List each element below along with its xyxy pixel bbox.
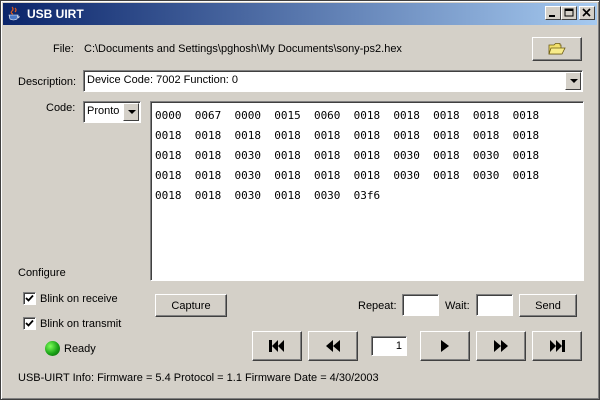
checkmark-icon [25,294,34,302]
blink-receive-label: Blink on receive [40,293,118,305]
repeat-input[interactable] [402,294,439,316]
minimize-button[interactable] [545,6,561,20]
description-label: Description: [18,76,77,88]
fast-forward-icon [494,340,508,352]
first-button[interactable] [252,331,302,361]
browse-button[interactable] [532,37,582,61]
window-title: USB UIRT [27,7,84,21]
repeat-label: Repeat: [358,300,397,312]
main-window: USB UIRT File: C:\Documents and Settings… [0,0,600,400]
description-combo[interactable]: Device Code: 7002 Function: 0 [83,70,583,92]
code-label: Code: [46,102,76,114]
blink-receive-checkbox[interactable] [23,292,36,305]
device-info: USB-UIRT Info: Firmware = 5.4 Protocol =… [18,372,379,384]
maximize-button[interactable] [561,6,577,20]
page-value: 1 [395,340,402,352]
page-input[interactable]: 1 [371,336,407,356]
blink-transmit-label: Blink on transmit [40,318,122,330]
close-icon [582,8,591,17]
minimize-icon [549,15,555,17]
title-bar[interactable]: USB UIRT [3,3,597,25]
play-icon [441,340,449,352]
skip-first-icon [269,340,284,352]
code-format-dropdown-button[interactable] [123,103,139,121]
wait-label: Wait: [445,300,470,312]
fast-forward-button[interactable] [476,331,526,361]
capture-button[interactable]: Capture [155,294,227,317]
skip-last-icon [550,340,565,352]
capture-button-label: Capture [171,300,211,312]
java-cup-icon [8,6,20,21]
last-button[interactable] [532,331,582,361]
status-led-icon [45,341,60,356]
rewind-button[interactable] [308,331,358,361]
maximize-icon [564,8,574,17]
rewind-icon [326,340,340,352]
checkmark-icon [25,319,34,327]
code-format-select[interactable]: Pronto [83,101,141,123]
play-button[interactable] [420,331,470,361]
send-button-label: Send [535,300,561,312]
blink-transmit-checkbox[interactable] [23,317,36,330]
status-text: Ready [64,343,96,355]
description-dropdown-button[interactable] [565,72,581,90]
code-text: 0000 0067 0000 0015 0060 0018 0018 0018 … [155,109,540,202]
file-path: C:\Documents and Settings\pghosh\My Docu… [84,43,402,55]
wait-input[interactable] [476,294,513,316]
description-value: Device Code: 7002 Function: 0 [87,74,239,86]
configure-label: Configure [18,267,66,279]
folder-icon [548,43,566,55]
send-button[interactable]: Send [519,294,577,317]
close-button[interactable] [579,6,595,20]
code-format-value: Pronto [87,105,120,117]
code-textarea[interactable]: 0000 0067 0000 0015 0060 0018 0018 0018 … [150,101,584,281]
file-label: File: [53,43,74,55]
